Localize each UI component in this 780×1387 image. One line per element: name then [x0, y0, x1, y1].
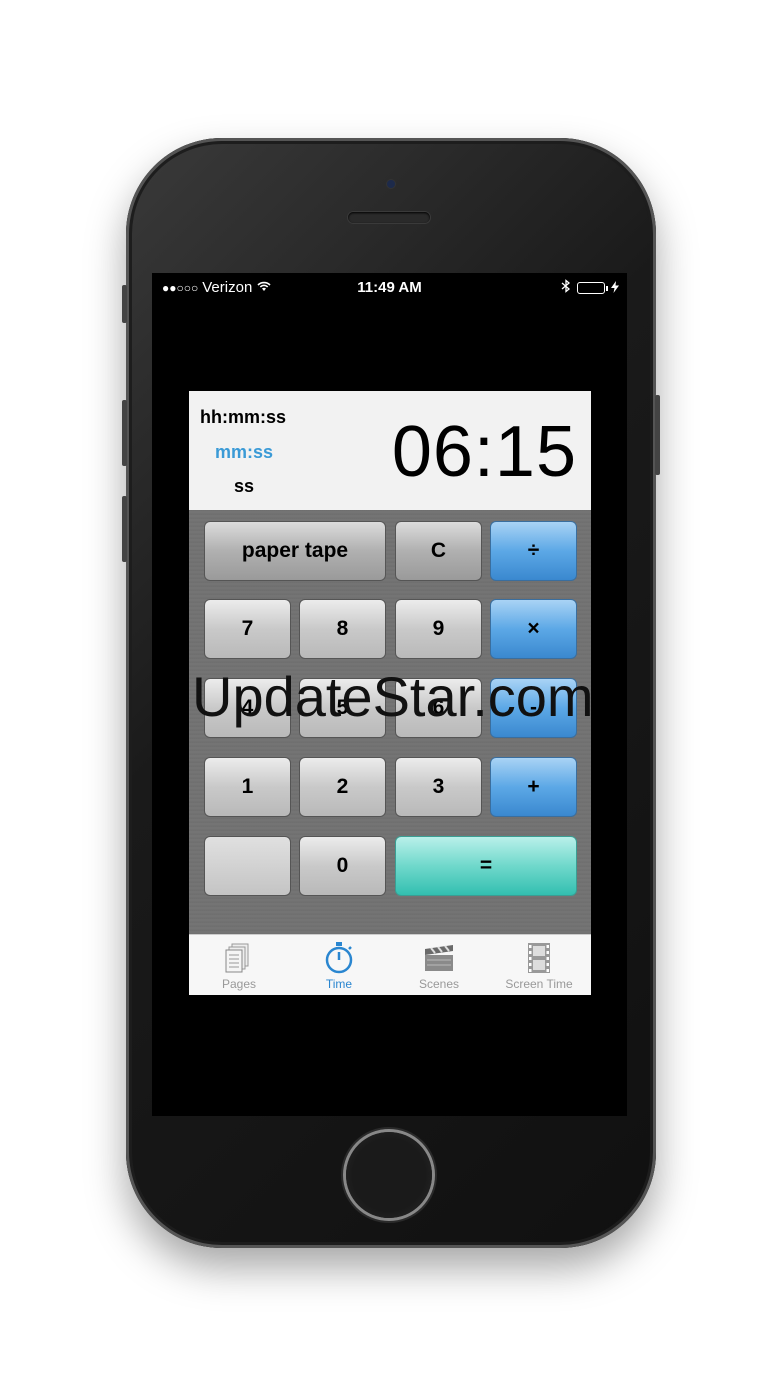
pages-icon: [225, 943, 249, 973]
power-button: [655, 395, 660, 475]
tab-scenes[interactable]: Scenes: [389, 935, 489, 995]
battery-icon: [577, 282, 608, 294]
tab-pages[interactable]: Pages: [189, 935, 289, 995]
volume-down-button: [122, 496, 127, 562]
earpiece-speaker: [348, 212, 430, 223]
status-bar: ●●○○○ Verizon 11:49 AM: [152, 273, 627, 303]
key-1[interactable]: 1: [204, 757, 291, 817]
multiply-button[interactable]: ×: [490, 599, 577, 659]
silent-switch: [122, 285, 127, 323]
format-ss[interactable]: ss: [234, 476, 254, 497]
tab-label-scenes: Scenes: [418, 977, 460, 991]
tab-time[interactable]: Time: [289, 935, 389, 995]
paper-tape-button[interactable]: paper tape: [204, 521, 386, 581]
minus-button[interactable]: -: [490, 678, 577, 738]
key-9[interactable]: 9: [395, 599, 482, 659]
volume-up-button: [122, 400, 127, 466]
tab-label-screen-time: Screen Time: [505, 977, 573, 991]
clear-button[interactable]: C: [395, 521, 482, 581]
keypad: paper tape C ÷ 7 8 9 × 4 5 6 - 1 2 3 + 0…: [189, 510, 591, 934]
time-calculator-app: hh:mm:ss mm:ss ss 06:15 paper tape C ÷ 7…: [189, 391, 591, 995]
key-3[interactable]: 3: [395, 757, 482, 817]
key-8[interactable]: 8: [299, 599, 386, 659]
blank-key[interactable]: [204, 836, 291, 896]
tab-label-time: Time: [325, 977, 353, 991]
stopwatch-icon: [325, 942, 353, 974]
time-display: 06:15: [391, 412, 577, 492]
bluetooth-icon: [561, 279, 571, 297]
display-panel: hh:mm:ss mm:ss ss 06:15: [189, 391, 591, 510]
charging-icon: [611, 280, 619, 297]
key-0[interactable]: 0: [299, 836, 386, 896]
home-button[interactable]: [346, 1132, 432, 1218]
film-strip-icon: [528, 943, 550, 973]
plus-button[interactable]: +: [490, 757, 577, 817]
key-5[interactable]: 5: [299, 678, 386, 738]
key-4[interactable]: 4: [204, 678, 291, 738]
tab-label-pages: Pages: [221, 977, 257, 991]
key-2[interactable]: 2: [299, 757, 386, 817]
status-time: 11:49 AM: [357, 279, 422, 296]
equals-button[interactable]: =: [395, 836, 577, 896]
format-mmss[interactable]: mm:ss: [215, 442, 273, 463]
clapperboard-icon: [425, 945, 453, 971]
divide-button[interactable]: ÷: [490, 521, 577, 581]
format-hhmmss[interactable]: hh:mm:ss: [200, 407, 286, 428]
screen: ●●○○○ Verizon 11:49 AM hh:mm:ss mm:ss ss…: [152, 273, 627, 1116]
front-camera: [387, 180, 395, 188]
tab-bar: Pages Time Scenes Screen Time: [189, 934, 591, 995]
key-6[interactable]: 6: [395, 678, 482, 738]
tab-screen-time[interactable]: Screen Time: [489, 935, 589, 995]
key-7[interactable]: 7: [204, 599, 291, 659]
